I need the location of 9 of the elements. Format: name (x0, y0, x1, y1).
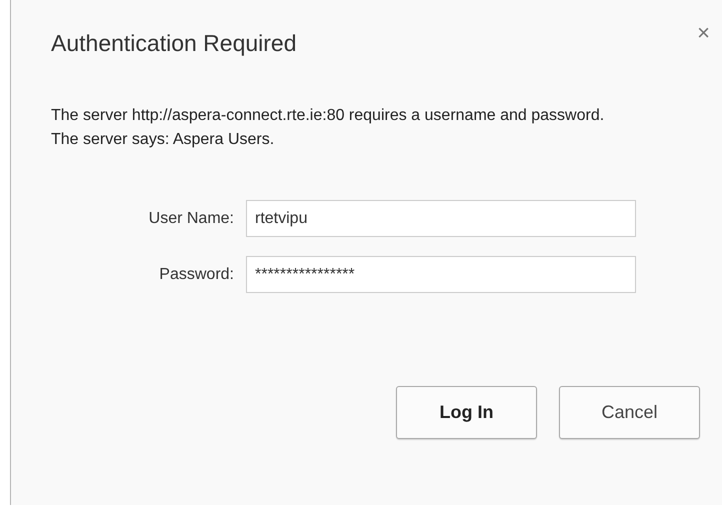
dialog-button[interactable]: Cancel (559, 386, 700, 439)
field-label: Password: (159, 266, 234, 284)
close-button[interactable]: × (697, 22, 710, 44)
input-field[interactable]: **************** (246, 256, 636, 293)
message-text: The server http://aspera-connect.rte.ie:80 requires a username and password. The server says: Aspera Users. (51, 106, 606, 150)
input-field[interactable]: rtetvipu (246, 200, 636, 237)
dialog-button[interactable]: Log In (396, 386, 537, 439)
field-label: User Name: (148, 210, 234, 228)
dialog-title: Authentication Required (51, 29, 296, 58)
